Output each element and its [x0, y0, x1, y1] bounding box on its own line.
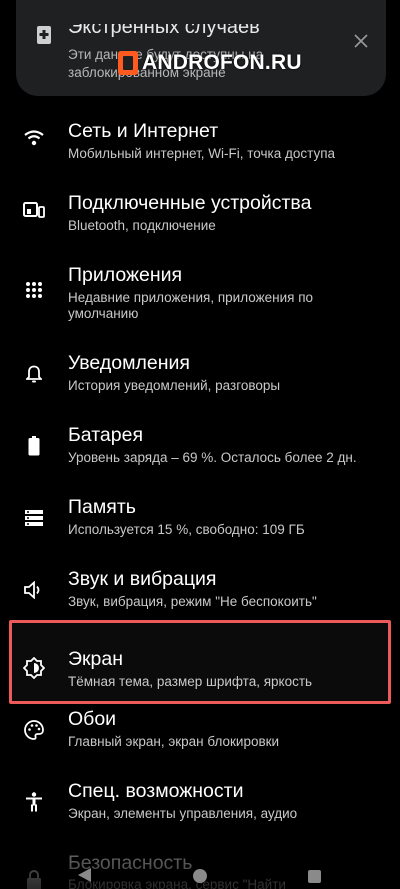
- watermark-text: ANDROFON.RU: [142, 51, 302, 74]
- settings-item-subtitle: Bluetooth, подключение: [68, 218, 216, 233]
- settings-item-title: Память: [68, 496, 136, 518]
- settings-item-title: Обои: [68, 708, 117, 730]
- apps-grid-icon: [22, 278, 46, 302]
- back-icon[interactable]: [76, 867, 92, 888]
- settings-item-subtitle: Используется 15 %, свободно: 109 ГБ: [68, 522, 305, 537]
- brightness-icon: [22, 656, 46, 680]
- watermark-logo-icon: [118, 51, 138, 75]
- settings-item-subtitle: Мобильный интернет, Wi-Fi, точка доступа: [68, 146, 336, 161]
- settings-item-title: Спец. возможности: [68, 780, 244, 802]
- settings-item-connected-devices[interactable]: Подключенные устройства Bluetooth, подкл…: [0, 168, 400, 240]
- settings-item-storage[interactable]: Память Используется 15 %, свободно: 109 …: [0, 472, 400, 544]
- accessibility-icon: [22, 790, 46, 814]
- palette-icon: [22, 718, 46, 742]
- settings-item-apps[interactable]: Приложения Недавние приложения, приложен…: [0, 240, 400, 328]
- settings-item-subtitle: Уровень заряда – 69 %. Осталось более 2 …: [68, 450, 357, 465]
- close-icon[interactable]: [354, 30, 368, 52]
- card-title: Экстренных случаев: [68, 16, 260, 38]
- battery-icon: [22, 434, 46, 458]
- settings-item-title: Подключенные устройства: [68, 192, 312, 214]
- emergency-icon: [36, 26, 52, 44]
- home-icon[interactable]: [193, 869, 207, 883]
- emergency-info-card[interactable]: Экстренных случаев Эти данные будут дост…: [16, 0, 386, 96]
- settings-item-sound[interactable]: Звук и вибрация Звук, вибрация, режим "Н…: [0, 544, 400, 616]
- settings-item-title: Уведомления: [68, 352, 190, 374]
- settings-item-subtitle: Тёмная тема, размер шрифта, яркость: [68, 674, 313, 689]
- settings-item-title: Приложения: [68, 264, 183, 286]
- settings-item-title: Экран: [68, 648, 124, 670]
- settings-item-title: Батарея: [68, 424, 144, 446]
- settings-item-display[interactable]: Экран Тёмная тема, размер шрифта, яркост…: [0, 616, 400, 704]
- settings-item-title: Сеть и Интернет: [68, 120, 219, 142]
- wifi-icon: [22, 126, 46, 150]
- settings-item-accessibility[interactable]: Спец. возможности Экран, элементы управл…: [0, 776, 400, 848]
- settings-item-title: Звук и вибрация: [68, 568, 217, 590]
- volume-icon: [22, 578, 46, 602]
- storage-icon: [22, 506, 46, 530]
- navigation-bar: [0, 849, 400, 889]
- settings-item-subtitle: Недавние приложения, приложения по умолч…: [68, 290, 314, 321]
- settings-item-network[interactable]: Сеть и Интернет Мобильный интернет, Wi-F…: [0, 96, 400, 168]
- settings-item-subtitle: История уведомлений, разговоры: [68, 378, 281, 393]
- settings-item-subtitle: Главный экран, экран блокировки: [68, 734, 280, 749]
- watermark: ANDROFON.RU: [118, 50, 302, 76]
- settings-item-subtitle: Звук, вибрация, режим "Не беспокоить": [68, 594, 317, 609]
- bell-icon: [22, 362, 46, 386]
- devices-icon: [22, 198, 46, 222]
- settings-item-battery[interactable]: Батарея Уровень заряда – 69 %. Осталось …: [0, 400, 400, 472]
- recents-icon[interactable]: [308, 870, 321, 883]
- settings-item-subtitle: Экран, элементы управления, аудио: [68, 806, 298, 821]
- settings-item-notifications[interactable]: Уведомления История уведомлений, разгово…: [0, 328, 400, 400]
- settings-item-wallpaper[interactable]: Обои Главный экран, экран блокировки: [0, 704, 400, 776]
